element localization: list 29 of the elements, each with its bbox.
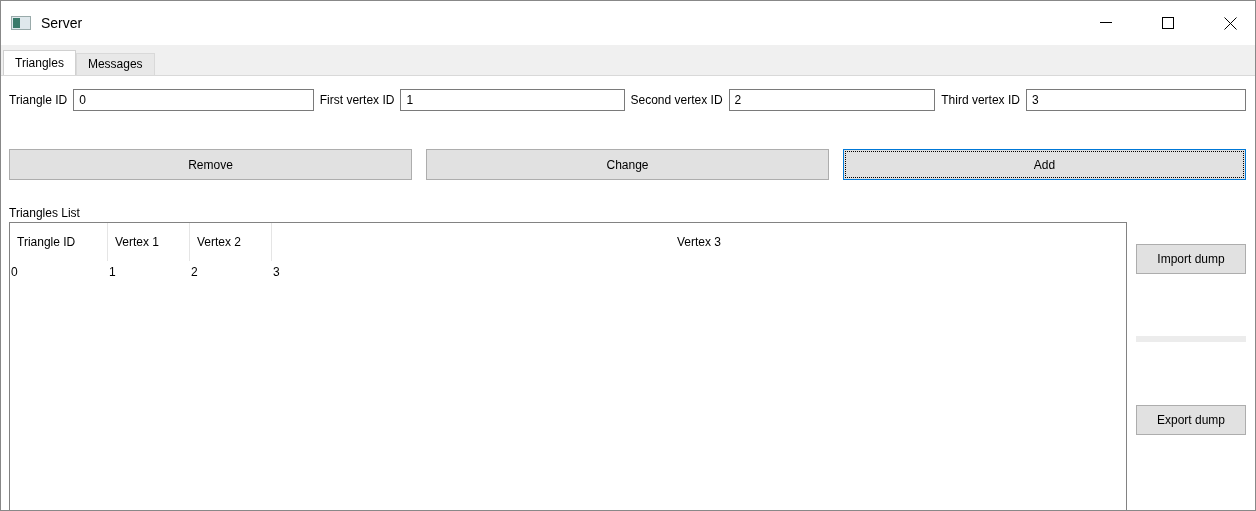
table-cell: 3 [273, 265, 280, 279]
action-button[interactable]: Change [426, 149, 829, 180]
side-button[interactable]: Export dump [1136, 405, 1246, 435]
field-label: Third vertex ID [941, 92, 1020, 109]
table-cell: 0 [11, 265, 18, 279]
tab[interactable]: Messages [75, 53, 155, 75]
column-header[interactable]: Triangle ID [10, 223, 108, 261]
list-title: Triangles List [9, 206, 80, 220]
close-icon [1223, 16, 1237, 30]
column-header[interactable]: Vertex 2 [190, 223, 272, 261]
field-label: Triangle ID [9, 92, 68, 109]
side-button[interactable]: Import dump [1136, 244, 1246, 274]
action-button[interactable]: Add [843, 149, 1246, 180]
column-header[interactable]: Vertex 1 [108, 223, 190, 261]
action-button[interactable]: Remove [9, 149, 412, 180]
input-field[interactable]: 2 [728, 89, 936, 111]
table-cell: 2 [191, 265, 198, 279]
table-cell: 1 [109, 265, 116, 279]
field-label: First vertex ID [319, 92, 395, 109]
input-field[interactable]: 1 [400, 89, 625, 111]
tab[interactable]: Triangles [3, 50, 76, 75]
input-field[interactable]: 3 [1025, 89, 1246, 111]
input-field[interactable]: 0 [73, 89, 314, 111]
field-label: Second vertex ID [630, 92, 723, 109]
maximize-icon [1162, 17, 1174, 29]
app-icon [11, 16, 31, 30]
minimize-icon [1100, 22, 1112, 24]
window-title: Server [41, 13, 83, 33]
column-header[interactable]: Vertex 3 [272, 223, 1126, 261]
